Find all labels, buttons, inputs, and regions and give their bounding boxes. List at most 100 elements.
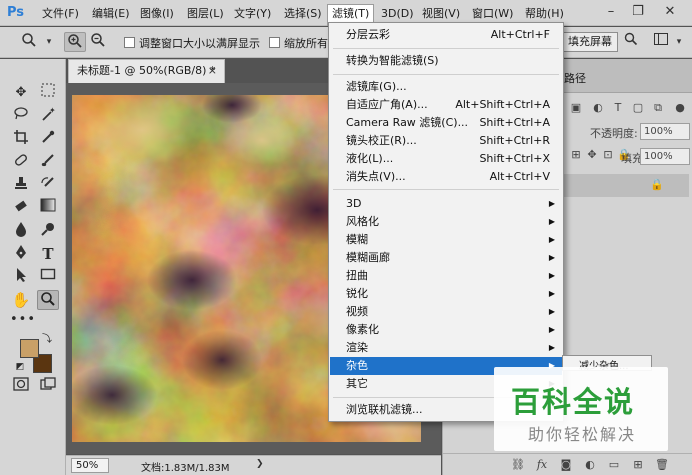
menu-item-filter-gallery[interactable]: 滤镜库(G)... (330, 78, 562, 96)
zoom-in-icon[interactable] (64, 32, 86, 52)
menu-item-vanishing-point[interactable]: 消失点(V)... Alt+Ctrl+V (330, 168, 562, 186)
tab-paths[interactable]: 路径 (564, 70, 586, 86)
menu-item-distort[interactable]: 扭曲 ▶ (330, 267, 562, 285)
menu-3d[interactable]: 3D(D) (377, 5, 418, 22)
submenu-arrow-icon: ▶ (548, 271, 555, 280)
swap-colors-icon[interactable]: ⤵ (40, 333, 54, 347)
quick-mask-icon[interactable] (10, 377, 32, 397)
tools-panel: ✥ ✦ T ✋ ••• ⤵ ◩ (0, 59, 66, 475)
screen-mode-icon[interactable] (37, 377, 59, 397)
menu-item-lens-correction[interactable]: 镜头校正(R)... Shift+Ctrl+R (330, 132, 562, 150)
menu-item-sharpen[interactable]: 锐化 ▶ (330, 285, 562, 303)
layer-style-icon[interactable]: fx (533, 457, 551, 473)
workspace-chevron-icon[interactable]: ▾ (668, 32, 690, 52)
fill-screen-button[interactable]: 填充屏幕 (562, 32, 618, 52)
menu-item-liquify[interactable]: 液化(L)... Shift+Ctrl+X (330, 150, 562, 168)
delete-layer-icon[interactable]: 🗑 (653, 457, 671, 473)
filter-menu: 分层云彩 Alt+Ctrl+F 转换为智能滤镜(S) 滤镜库(G)... 自适应广… (328, 22, 564, 422)
menu-image[interactable]: 图像(I) (136, 5, 178, 22)
minimize-button[interactable]: – (601, 3, 621, 21)
document-tab[interactable]: 未标题-1 @ 50%(RGB/8) * × (68, 59, 225, 83)
magic-wand-tool-icon[interactable]: ✦ (37, 106, 59, 126)
filter-adjustment-icon[interactable]: ◐ (589, 100, 607, 116)
move-tool-icon[interactable]: ✥ (10, 83, 32, 103)
menu-item-blur[interactable]: 模糊 ▶ (330, 231, 562, 249)
filter-image-icon[interactable]: ▣ (567, 100, 585, 116)
menu-edit[interactable]: 编辑(E) (88, 5, 134, 22)
zoom-all-checkbox[interactable] (269, 37, 280, 48)
adjustment-layer-icon[interactable]: ◐ (581, 457, 599, 473)
clone-stamp-tool-icon[interactable] (10, 175, 32, 195)
filter-toggle-icon[interactable]: ● (671, 100, 689, 116)
filter-type-icon[interactable]: T (609, 100, 627, 116)
menu-item-camera-raw[interactable]: Camera Raw 滤镜(C)... Shift+Ctrl+A (330, 114, 562, 132)
close-tab-icon[interactable]: × (208, 60, 217, 82)
chevron-down-icon[interactable]: ▾ (38, 32, 60, 52)
new-layer-icon[interactable]: ⊞ (629, 457, 647, 473)
status-bar: 50% 文档:1.83M/1.83M ❯ (66, 455, 441, 475)
lasso-tool-icon[interactable] (10, 106, 32, 126)
dodge-tool-icon[interactable] (37, 221, 59, 241)
type-tool-icon[interactable]: T (37, 244, 59, 264)
menu-help[interactable]: 帮助(H) (521, 5, 568, 22)
opacity-label: 不透明度: (590, 127, 638, 140)
menu-item-adaptive-wide-angle[interactable]: 自适应广角(A)... Alt+Shift+Ctrl+A (330, 96, 562, 114)
layer-row[interactable] (564, 174, 689, 197)
eraser-tool-icon[interactable] (10, 198, 32, 218)
pen-tool-icon[interactable] (10, 244, 32, 264)
zoom-tool-preset-icon[interactable] (18, 32, 40, 52)
fill-field[interactable]: 100% (640, 148, 690, 165)
filter-smart-object-icon[interactable]: ⧉ (649, 100, 667, 116)
zoom-out-icon[interactable] (87, 32, 109, 52)
menu-item-3d[interactable]: 3D ▶ (330, 195, 562, 213)
photoshop-logo: Ps (7, 5, 25, 20)
hand-tool-icon[interactable]: ✋ (10, 290, 32, 310)
menu-item-smart-filters[interactable]: 转换为智能滤镜(S) (330, 52, 562, 70)
resize-windows-label: 调整窗口大小以满屏显示 (139, 37, 260, 50)
menu-select[interactable]: 选择(S) (280, 5, 326, 22)
path-selection-tool-icon[interactable] (10, 267, 32, 287)
menu-view[interactable]: 视图(V) (418, 5, 464, 22)
menu-item-stylize[interactable]: 风格化 ▶ (330, 213, 562, 231)
submenu-arrow-icon: ▶ (548, 289, 555, 298)
more-tools-icon[interactable]: ••• (10, 310, 35, 330)
menu-item-blur-gallery[interactable]: 模糊画廊 ▶ (330, 249, 562, 267)
brush-tool-icon[interactable] (37, 152, 59, 172)
submenu-arrow-icon: ▶ (548, 307, 555, 316)
marquee-tool-icon[interactable] (37, 83, 59, 103)
zoom-level-field[interactable]: 50% (71, 458, 109, 473)
rectangle-tool-icon[interactable] (37, 267, 59, 287)
svg-text:✦: ✦ (49, 106, 56, 115)
menu-window[interactable]: 窗口(W) (468, 5, 517, 22)
menu-item-video[interactable]: 视频 ▶ (330, 303, 562, 321)
panel-bottom-bar: ⛓ fx ◙ ◐ ▭ ⊞ 🗑 (443, 453, 692, 475)
foreground-color-swatch[interactable] (20, 339, 39, 358)
zoom-tool-icon[interactable] (37, 290, 59, 310)
eyedropper-tool-icon[interactable] (37, 129, 59, 149)
blur-tool-icon[interactable] (10, 221, 32, 241)
menu-file[interactable]: 文件(F) (38, 5, 83, 22)
search-icon[interactable] (620, 32, 642, 52)
link-layers-icon[interactable]: ⛓ (509, 457, 527, 473)
menu-type[interactable]: 文字(Y) (230, 5, 275, 22)
history-brush-tool-icon[interactable] (37, 175, 59, 195)
filter-shape-icon[interactable]: ▢ (629, 100, 647, 116)
document-title: 未标题-1 @ 50%(RGB/8) * (77, 64, 216, 77)
info-menu-arrow-icon[interactable]: ❯ (256, 459, 264, 469)
menu-item-clouds[interactable]: 分层云彩 Alt+Ctrl+F (330, 26, 562, 44)
crop-tool-icon[interactable] (10, 129, 32, 149)
healing-brush-tool-icon[interactable] (10, 152, 32, 172)
menu-item-render[interactable]: 渲染 ▶ (330, 339, 562, 357)
menu-layer[interactable]: 图层(L) (183, 5, 228, 22)
menu-item-pixelate[interactable]: 像素化 ▶ (330, 321, 562, 339)
opacity-field[interactable]: 100% (640, 123, 690, 140)
close-window-button[interactable]: ✕ (660, 3, 680, 21)
gradient-tool-icon[interactable] (37, 198, 59, 218)
default-colors-icon[interactable]: ◩ (14, 361, 26, 373)
resize-windows-checkbox[interactable] (124, 37, 135, 48)
add-mask-icon[interactable]: ◙ (557, 457, 575, 473)
watermark: 百科全说 助你轻松解决 (494, 367, 668, 451)
zoom-all-label: 缩放所有 (284, 37, 328, 50)
new-group-icon[interactable]: ▭ (605, 457, 623, 473)
restore-button[interactable]: ❐ (628, 3, 648, 21)
